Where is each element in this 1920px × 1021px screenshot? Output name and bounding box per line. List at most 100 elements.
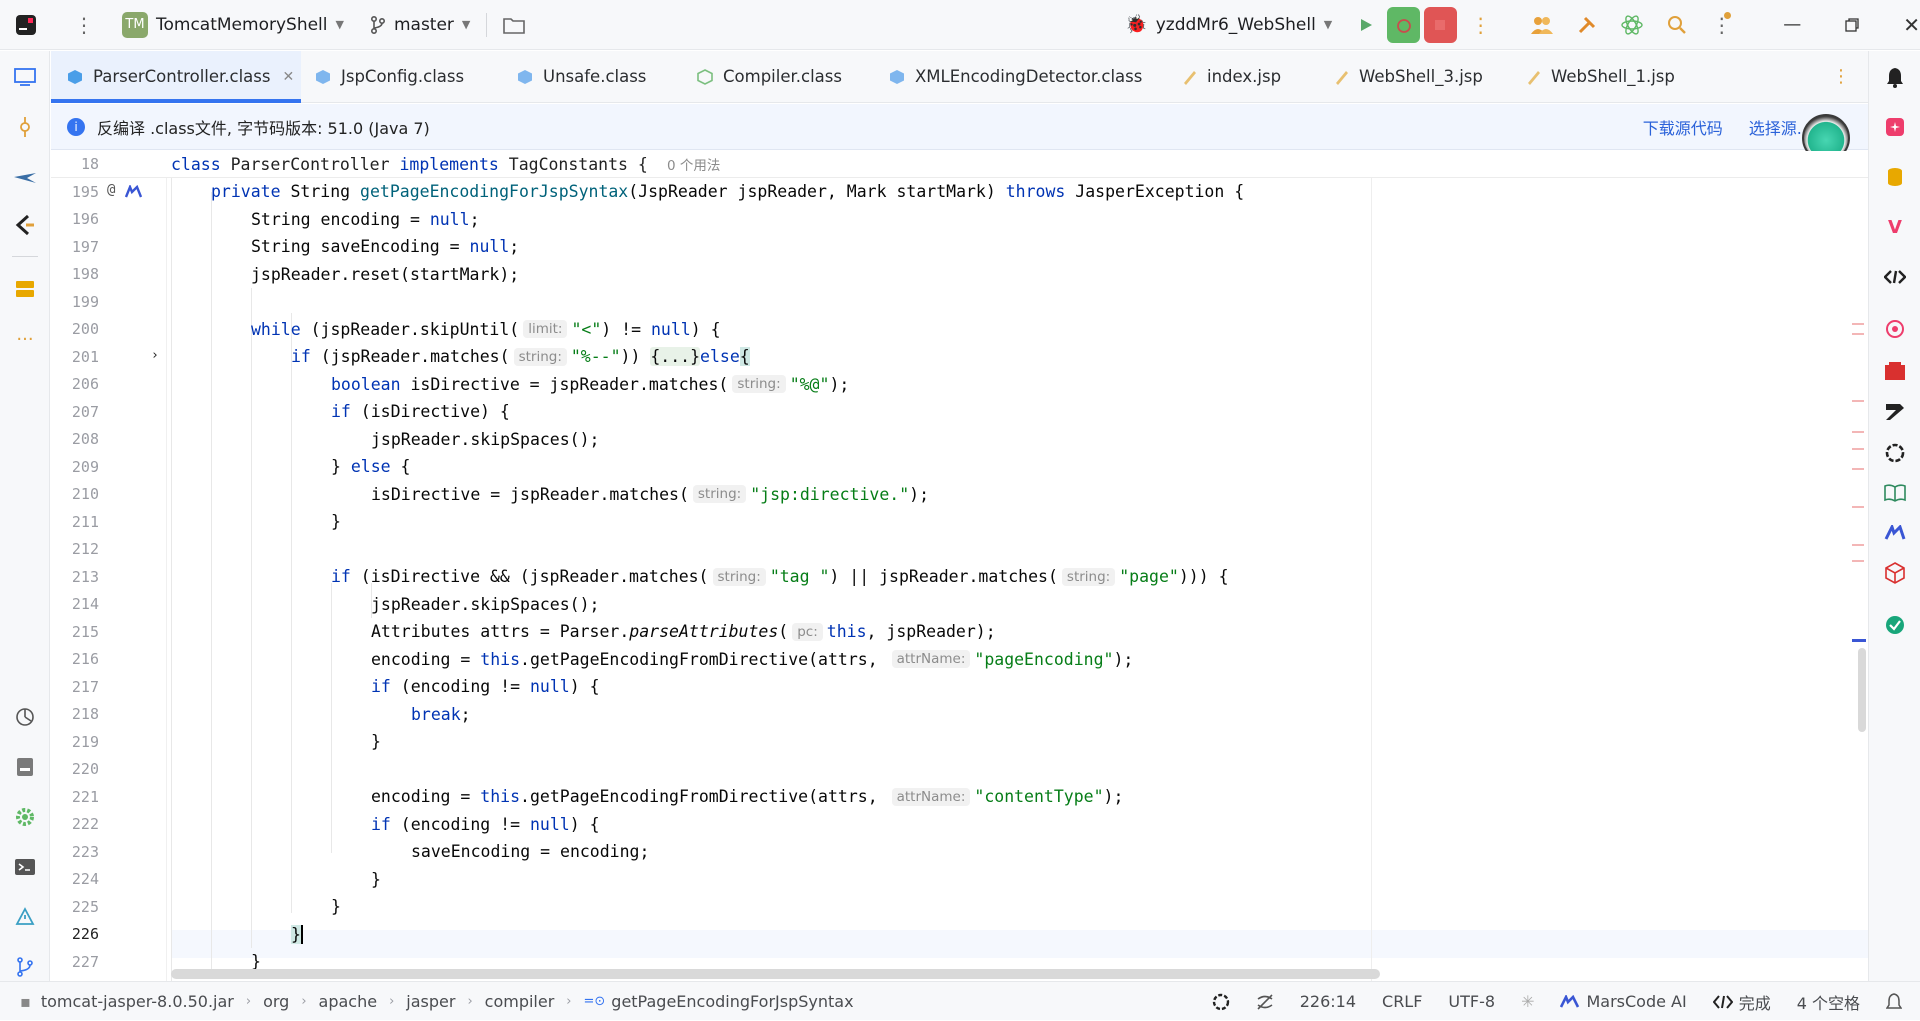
tab-label: ParserController.class	[93, 67, 271, 86]
debug-button[interactable]	[1387, 6, 1420, 43]
database-plugin-icon[interactable]	[13, 277, 37, 301]
marscode-gutter-icon[interactable]	[125, 185, 143, 199]
line-number-text: 222	[71, 815, 99, 834]
profiler-icon[interactable]	[13, 705, 37, 729]
main-menu-icon[interactable]: ⋮	[74, 0, 94, 50]
class-file-icon	[697, 68, 713, 85]
check-plugin-icon[interactable]	[1883, 613, 1907, 637]
plugins-gear-icon[interactable]	[13, 805, 37, 829]
problems-icon[interactable]	[13, 905, 37, 929]
tab-jspconfig[interactable]: JspConfig.class	[301, 51, 501, 103]
tab-options-icon[interactable]: ⋮	[1832, 66, 1850, 87]
breadcrumb-jar[interactable]: tomcat-jasper-8.0.50.jar	[41, 992, 234, 1011]
breadcrumb-org[interactable]: org	[263, 992, 289, 1011]
fold-expand-icon[interactable]: ›	[151, 348, 159, 363]
sync-off-icon[interactable]	[1256, 993, 1274, 1011]
run-config-selector[interactable]: 🐞 yzddMr6_WebShell ▼	[1125, 0, 1332, 50]
openai-icon[interactable]	[1883, 441, 1907, 465]
breadcrumb-method[interactable]: getPageEncodingForJspSyntax	[611, 992, 853, 1011]
marscode-status[interactable]: MarsCode AI	[1560, 992, 1687, 1011]
openai-status-icon[interactable]	[1212, 993, 1230, 1011]
atom-icon[interactable]	[1617, 8, 1648, 42]
stop-button[interactable]	[1423, 6, 1457, 43]
tab-index-jsp[interactable]: index.jsp	[1165, 51, 1317, 103]
git-icon[interactable]	[13, 955, 37, 979]
minimize-icon[interactable]: —	[1783, 0, 1801, 50]
notifications-bell-icon[interactable]	[1883, 65, 1907, 89]
override-marker-icon[interactable]: @	[107, 182, 115, 198]
dark-plugin-icon[interactable]	[1883, 399, 1907, 423]
branch-selector[interactable]: master ▼	[370, 0, 470, 50]
notification-status-icon[interactable]	[1886, 992, 1902, 1011]
collab-icon[interactable]	[1527, 8, 1558, 42]
download-source-link[interactable]: 下载源代码	[1643, 115, 1723, 139]
cursor-position[interactable]: 226:14	[1300, 992, 1356, 1011]
completion-status[interactable]: 完成	[1712, 990, 1771, 1014]
folder-icon[interactable]	[503, 0, 526, 50]
code-line: }	[291, 924, 303, 944]
red-plugin-icon[interactable]	[1883, 359, 1907, 383]
indent-setting[interactable]: 4 个空格	[1797, 990, 1860, 1014]
code-line: }	[371, 869, 381, 889]
code-line: boolean isDirective = jspReader.matches(…	[331, 374, 850, 394]
project-view-icon[interactable]	[13, 65, 37, 89]
ai-assistant-icon[interactable]	[1883, 115, 1907, 139]
tab-label: XMLEncodingDetector.class	[915, 67, 1143, 86]
run-icon[interactable]	[1350, 8, 1381, 42]
arrow-plugin-icon[interactable]	[13, 213, 37, 237]
usages-count[interactable]: 0 个用法	[667, 154, 720, 174]
commit-icon[interactable]	[13, 115, 37, 139]
horizontal-scrollbar[interactable]	[171, 969, 1380, 979]
line-number: 206	[51, 371, 166, 399]
tab-parsercontroller[interactable]: ParserController.class ✕	[51, 50, 301, 103]
build-tools-icon[interactable]	[1572, 8, 1603, 42]
plane-plugin-icon[interactable]	[13, 165, 37, 189]
book-icon[interactable]	[1883, 481, 1907, 505]
services-icon[interactable]	[13, 755, 37, 779]
line-separator[interactable]: CRLF	[1382, 992, 1422, 1011]
breadcrumb-compiler[interactable]: compiler	[485, 992, 555, 1011]
breadcrumb-apache[interactable]: apache	[319, 992, 378, 1011]
line-number: 201	[51, 343, 166, 371]
line-number: 198	[51, 261, 166, 289]
more-tools-icon[interactable]: ···	[13, 327, 37, 351]
restore-icon[interactable]	[1845, 0, 1859, 50]
project-selector[interactable]: TM TomcatMemoryShell ▼	[122, 0, 344, 50]
code-tags-icon[interactable]	[1883, 265, 1907, 289]
code-editor[interactable]: 195 196 197 198 199 200 201 206 207 208 209 210 211 2…	[51, 178, 1868, 981]
decompiled-notice-text: 反编译 .class文件, 字节码版本: 51.0 (Java 7)	[97, 118, 430, 138]
tab-unsafe[interactable]: Unsafe.class	[501, 51, 681, 103]
file-encoding[interactable]: UTF-8	[1448, 992, 1495, 1011]
line-number-text: 195	[71, 182, 99, 201]
close-icon[interactable]: ✕	[283, 69, 295, 85]
line-number: 222	[51, 811, 166, 839]
tab-xmlencodingdetector[interactable]: XMLEncodingDetector.class	[873, 51, 1165, 103]
code-line: String encoding = null;	[251, 209, 480, 229]
line-number-text: 210	[71, 485, 99, 504]
breadcrumb-jasper[interactable]: jasper	[406, 992, 455, 1011]
close-window-icon[interactable]: ✕	[1903, 0, 1920, 50]
branch-name: master	[393, 14, 454, 35]
code-line: jspReader.reset(startMark);	[251, 264, 520, 284]
vertical-scrollbar[interactable]	[1858, 648, 1866, 732]
progress-spinner-icon: ✳	[1521, 992, 1535, 1011]
ide-logo-icon[interactable]	[14, 0, 38, 50]
database-icon[interactable]	[1883, 165, 1907, 189]
code-line: break;	[411, 704, 471, 724]
cube-plugin-icon[interactable]	[1883, 561, 1907, 585]
terminal-icon[interactable]	[13, 855, 37, 879]
tab-webshell-3[interactable]: WebShell_3.jsp	[1317, 51, 1509, 103]
settings-menu-icon[interactable]: ⋮	[1706, 8, 1737, 42]
code-line: } else {	[331, 457, 411, 477]
marscode-icon[interactable]	[1883, 521, 1907, 545]
line-number: 213	[51, 563, 166, 591]
vue-plugin-icon[interactable]: V	[1883, 215, 1907, 239]
code-line: jspReader.skipSpaces();	[371, 429, 600, 449]
target-plugin-icon[interactable]	[1883, 317, 1907, 341]
search-icon[interactable]	[1661, 8, 1692, 42]
more-actions-icon[interactable]: ⋮	[1471, 0, 1491, 50]
jsp-file-icon	[1525, 69, 1541, 85]
tab-webshell-1[interactable]: WebShell_1.jsp	[1509, 51, 1709, 103]
tab-compiler[interactable]: Compiler.class	[681, 51, 873, 103]
line-number-text: 225	[71, 897, 99, 916]
